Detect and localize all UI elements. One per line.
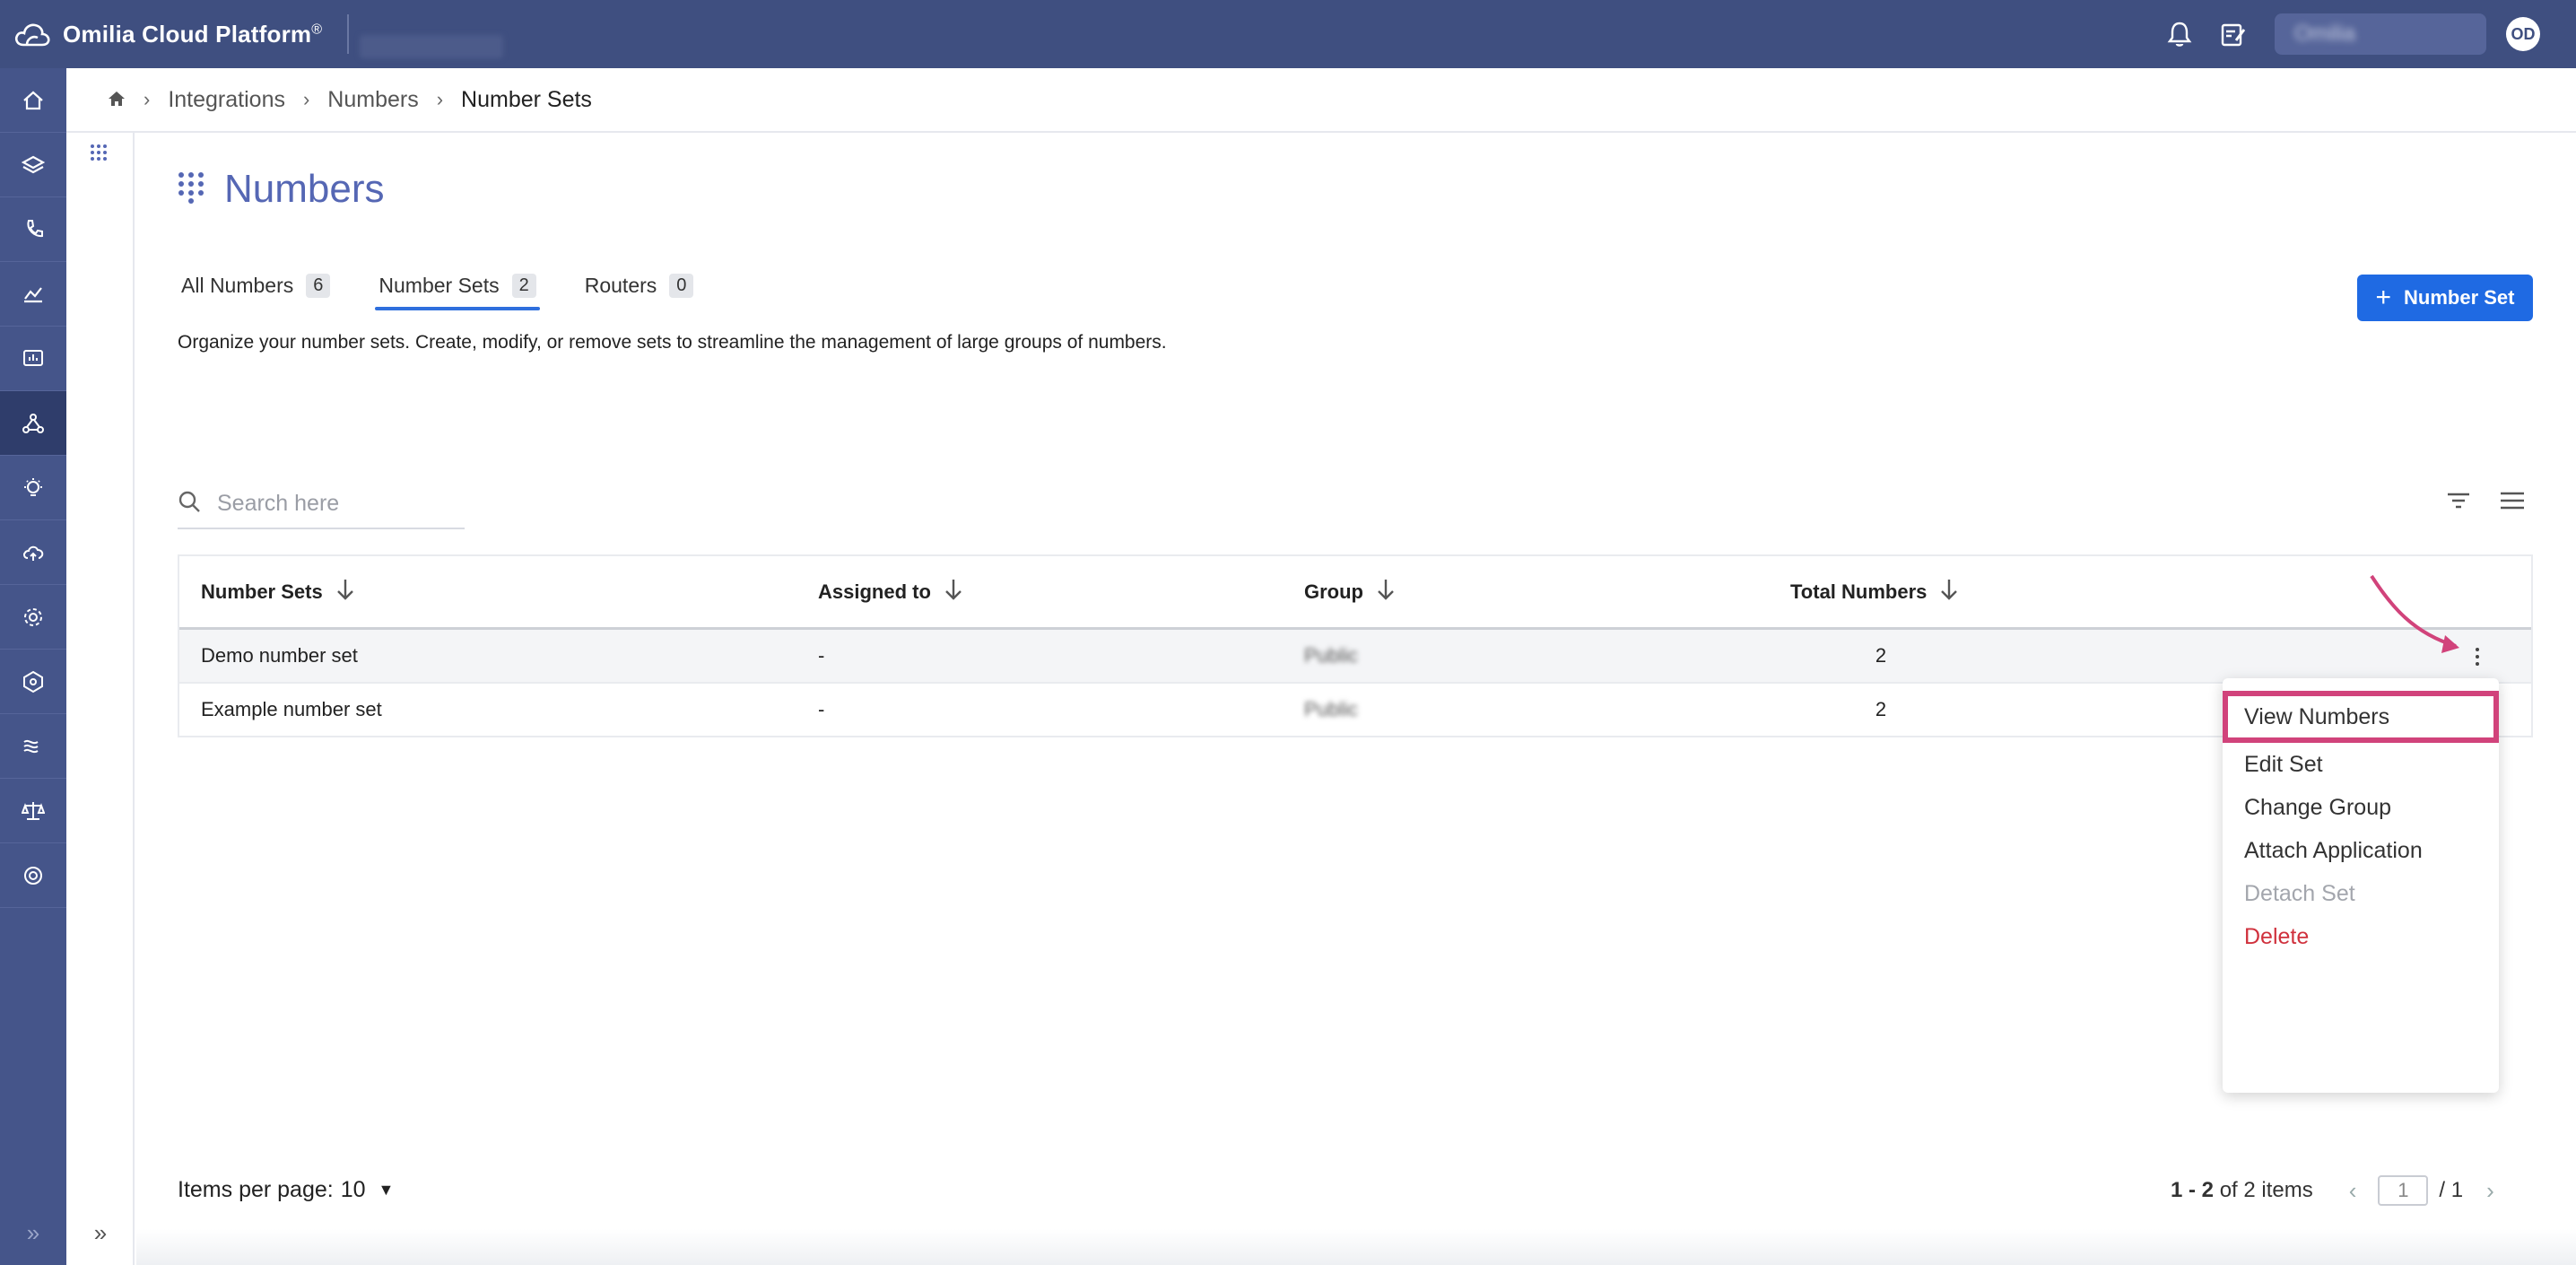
menu-change-group[interactable]: Change Group — [2223, 786, 2499, 829]
menu-delete[interactable]: Delete — [2223, 915, 2499, 958]
flow-icon[interactable] — [0, 714, 66, 779]
row-actions-menu: View Numbers Edit Set Change Group Attac… — [2223, 678, 2499, 1093]
cell-group: Public — [1304, 644, 1358, 667]
breadcrumb: › Integrations › Numbers › Number Sets — [66, 68, 2576, 133]
hexagon-icon[interactable] — [0, 650, 66, 714]
top-bar: Omilia Cloud Platform® Omilia OD — [0, 0, 2576, 68]
count-badge: 0 — [669, 273, 694, 298]
notes-icon[interactable] — [2215, 16, 2251, 52]
tab-number-sets[interactable]: Number Sets 2 — [375, 260, 541, 310]
cloud-upload-icon[interactable] — [0, 520, 66, 585]
plus-icon: + — [2375, 283, 2392, 312]
expand-rail-icon[interactable]: » — [0, 1215, 66, 1251]
tabs: All Numbers 6 Number Sets 2 Routers 0 — [178, 260, 738, 310]
header-total-numbers[interactable]: Total Numbers — [1790, 578, 2328, 606]
menu-detach-set: Detach Set — [2244, 880, 2355, 906]
cell-group: Public — [1304, 698, 1358, 720]
count-badge: 2 — [511, 273, 536, 298]
header-group[interactable]: Group — [1304, 578, 1790, 606]
analytics-icon[interactable] — [0, 262, 66, 327]
menu-edit-set[interactable]: Edit Set — [2223, 743, 2499, 786]
page-description: Organize your number sets. Create, modif… — [178, 332, 1167, 353]
blurred-region — [360, 35, 504, 58]
integrations-icon[interactable] — [0, 391, 66, 456]
annotation-arrow — [2370, 574, 2459, 653]
nav-rail: » — [0, 68, 66, 1265]
main-content: Numbers All Numbers 6 Number Sets 2 Router… — [136, 135, 2576, 1265]
cell-assigned: - — [818, 698, 825, 720]
search-input[interactable] — [217, 490, 450, 517]
search-box — [178, 479, 465, 529]
count-badge: 6 — [306, 273, 331, 298]
table-header: Number Sets Assigned to Group Total Numb… — [179, 556, 2531, 630]
tab-all-numbers[interactable]: All Numbers 6 — [178, 260, 334, 310]
avatar[interactable]: OD — [2506, 17, 2540, 51]
sub-nav-rail: » — [66, 68, 135, 1265]
dialpad-icon[interactable] — [90, 144, 108, 170]
chevron-right-icon: › — [144, 88, 151, 110]
layers-icon[interactable] — [0, 133, 66, 197]
pagination: 1 - 2 of 2 items ‹ 1 / 1 › — [2171, 1175, 2494, 1206]
columns-menu-icon[interactable] — [2499, 490, 2526, 516]
cloud-logo-icon[interactable] — [14, 16, 50, 52]
support-icon[interactable] — [0, 843, 66, 908]
menu-attach-application[interactable]: Attach Application — [2223, 829, 2499, 872]
home-icon[interactable] — [0, 68, 66, 133]
chevron-right-icon: › — [302, 88, 310, 110]
header-number-sets[interactable]: Number Sets — [179, 578, 818, 606]
home-breadcrumb-icon[interactable] — [108, 87, 126, 113]
settings-icon[interactable] — [0, 585, 66, 650]
brand-title[interactable]: Omilia Cloud Platform® — [63, 21, 322, 48]
chevron-left-icon[interactable]: ‹ — [2349, 1177, 2357, 1205]
dashboard-icon[interactable] — [0, 327, 66, 391]
bell-icon[interactable] — [2162, 16, 2197, 52]
filter-icon[interactable] — [2445, 490, 2472, 516]
cell-name: Example number set — [201, 698, 382, 720]
tab-routers[interactable]: Routers 0 — [581, 260, 698, 310]
header-assigned-to[interactable]: Assigned to — [818, 578, 1304, 606]
phone-icon[interactable] — [0, 197, 66, 262]
breadcrumb-current: Number Sets — [461, 86, 592, 112]
chevron-right-icon: › — [436, 88, 444, 110]
items-per-page[interactable]: Items per page: 10 ▼ — [178, 1177, 394, 1203]
cell-name: Demo number set — [201, 644, 358, 667]
number-sets-table: Number Sets Assigned to Group Total Numb… — [178, 554, 2533, 737]
sort-arrow-icon[interactable] — [1939, 578, 1959, 606]
bottom-fade — [136, 1229, 2576, 1265]
add-number-set-button[interactable]: + Number Set — [2357, 275, 2533, 321]
total-pages: / 1 — [2439, 1178, 2464, 1202]
chevron-right-icon[interactable]: › — [2486, 1177, 2494, 1205]
expand-subnav-icon[interactable]: » — [66, 1215, 135, 1251]
page-title: Numbers — [224, 167, 385, 211]
table-row[interactable]: Example number set - Public 2 — [179, 684, 2531, 737]
sort-arrow-icon[interactable] — [335, 578, 355, 606]
user-selector[interactable]: Omilia — [2275, 13, 2486, 55]
breadcrumb-integrations[interactable]: Integrations — [168, 87, 285, 113]
sort-arrow-icon[interactable] — [944, 578, 963, 606]
table-row[interactable]: Demo number set - Public 2 — [179, 630, 2531, 684]
cell-assigned: - — [818, 644, 825, 667]
dialpad-icon — [178, 171, 205, 208]
scale-icon[interactable] — [0, 779, 66, 843]
page-input[interactable]: 1 — [2378, 1175, 2429, 1206]
divider — [347, 14, 350, 54]
sort-arrow-icon[interactable] — [1376, 578, 1396, 606]
cell-total: 2 — [1875, 644, 1887, 667]
insights-icon[interactable] — [0, 456, 66, 520]
caret-down-icon[interactable]: ▼ — [379, 1181, 395, 1200]
pagination-range: 1 - 2 of 2 items — [2171, 1178, 2313, 1202]
breadcrumb-numbers[interactable]: Numbers — [327, 87, 418, 113]
search-icon — [178, 490, 201, 518]
menu-view-numbers[interactable]: View Numbers — [2223, 691, 2499, 743]
